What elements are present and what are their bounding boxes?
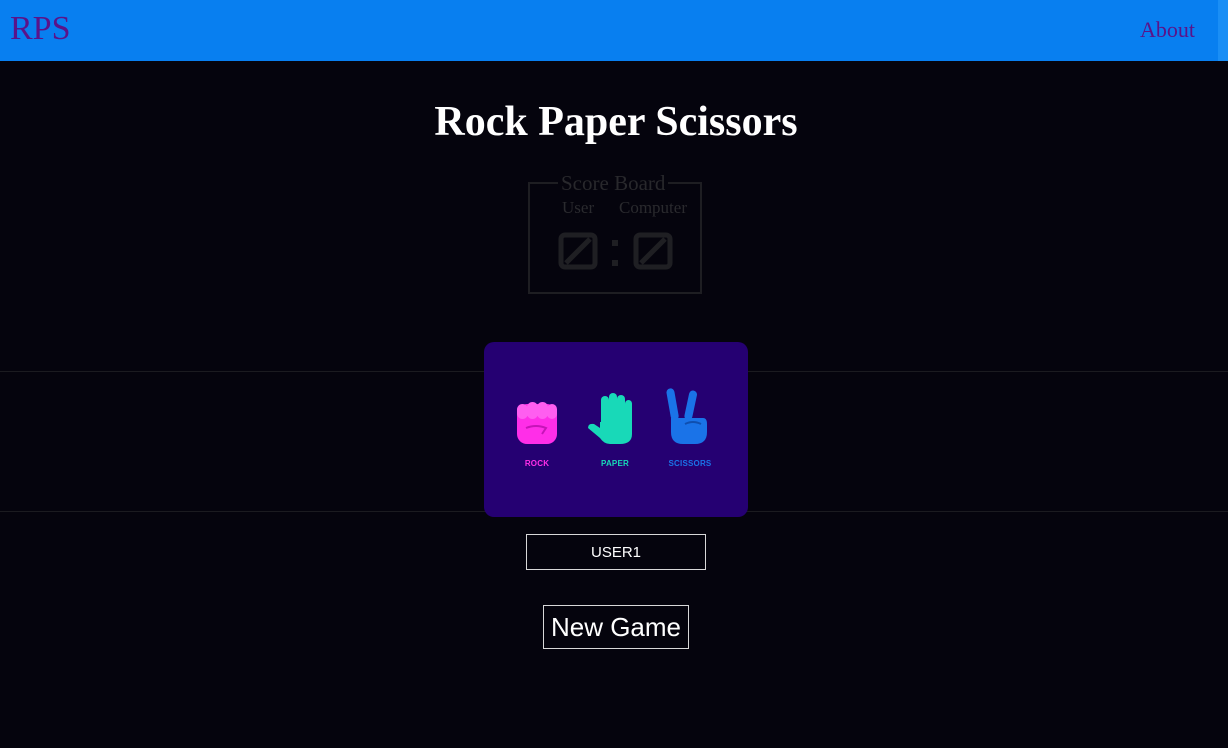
page-title: Rock Paper Scissors bbox=[434, 99, 798, 145]
score-board: Score Board User Computer bbox=[528, 171, 702, 294]
paper-choice[interactable]: PAPER bbox=[580, 388, 650, 478]
scrollbar[interactable] bbox=[1218, 0, 1228, 61]
rock-choice[interactable]: ROCK bbox=[502, 388, 572, 478]
scissors-label: SCISSORS bbox=[668, 459, 712, 468]
user-score-label: User bbox=[562, 198, 595, 217]
user-name-input[interactable] bbox=[526, 534, 706, 570]
about-link[interactable]: About bbox=[1140, 16, 1195, 44]
brand-logo[interactable]: RPS bbox=[10, 9, 71, 49]
rock-fist-icon bbox=[517, 402, 557, 444]
user-score-digit bbox=[558, 232, 598, 270]
paper-hand-icon bbox=[588, 393, 632, 444]
scissors-choice[interactable]: SCISSORS bbox=[655, 388, 725, 478]
computer-score-label: Computer bbox=[619, 198, 687, 217]
new-game-button[interactable]: New Game bbox=[543, 605, 689, 649]
choice-card: ROCK PAPER SCISSORS bbox=[484, 342, 748, 517]
rock-label: ROCK bbox=[524, 459, 550, 468]
computer-score-digit bbox=[633, 232, 673, 270]
scissors-hand-icon bbox=[666, 388, 707, 444]
score-separator bbox=[612, 240, 618, 266]
paper-label: PAPER bbox=[601, 459, 629, 468]
score-board-legend: Score Board bbox=[558, 171, 669, 195]
navbar: RPS About bbox=[0, 0, 1218, 61]
